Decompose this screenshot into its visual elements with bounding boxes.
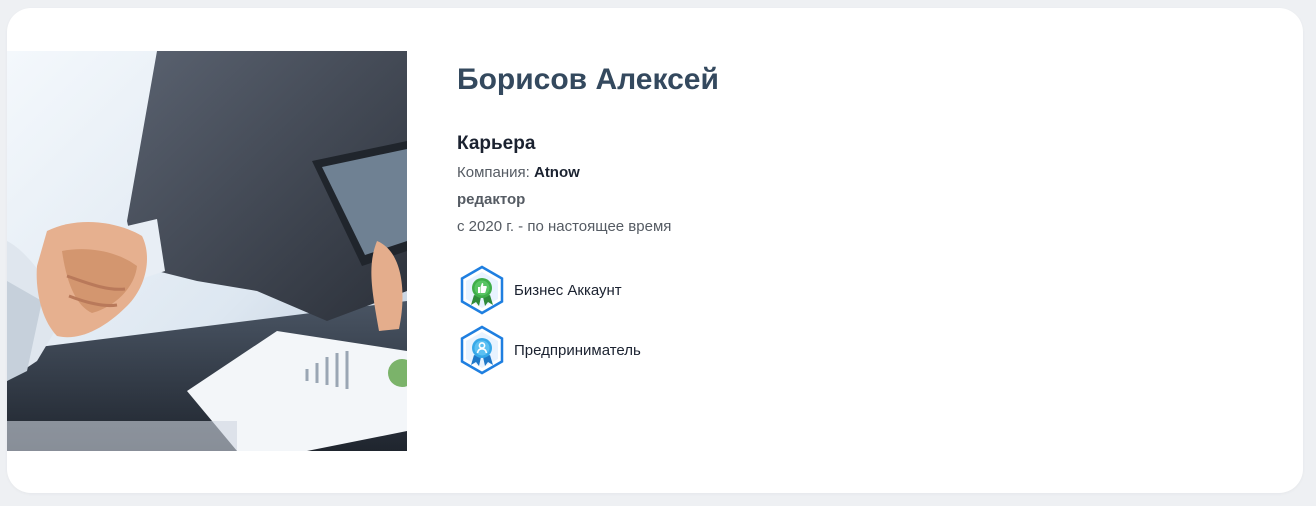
handshake-illustration (7, 51, 407, 451)
profile-card: Борисов Алексей Карьера Компания: Atnow … (7, 8, 1303, 493)
career-period: с 2020 г. - по настоящее время (457, 218, 672, 235)
company-name[interactable]: Atnow (534, 164, 580, 181)
badge-label: Предприниматель (514, 341, 641, 359)
badge-entrepreneur[interactable]: Предприниматель (457, 325, 719, 375)
badge-business-account[interactable]: Бизнес Аккаунт (457, 265, 719, 315)
profile-photo (7, 51, 407, 451)
profile-info: Борисов Алексей Карьера Компания: Atnow … (457, 60, 719, 385)
badge-label: Бизнес Аккаунт (514, 281, 622, 299)
thumbs-up-badge-icon (460, 265, 504, 315)
company-row: Компания: Atnow (457, 163, 719, 183)
company-label: Компания: (457, 164, 534, 181)
position-text: редактор (457, 191, 526, 208)
career-heading: Карьера (457, 133, 536, 154)
badges-list: Бизнес Аккаунт Предприниматель (457, 265, 719, 375)
profile-name: Борисов Алексей (457, 63, 719, 96)
person-badge-icon (460, 325, 504, 375)
